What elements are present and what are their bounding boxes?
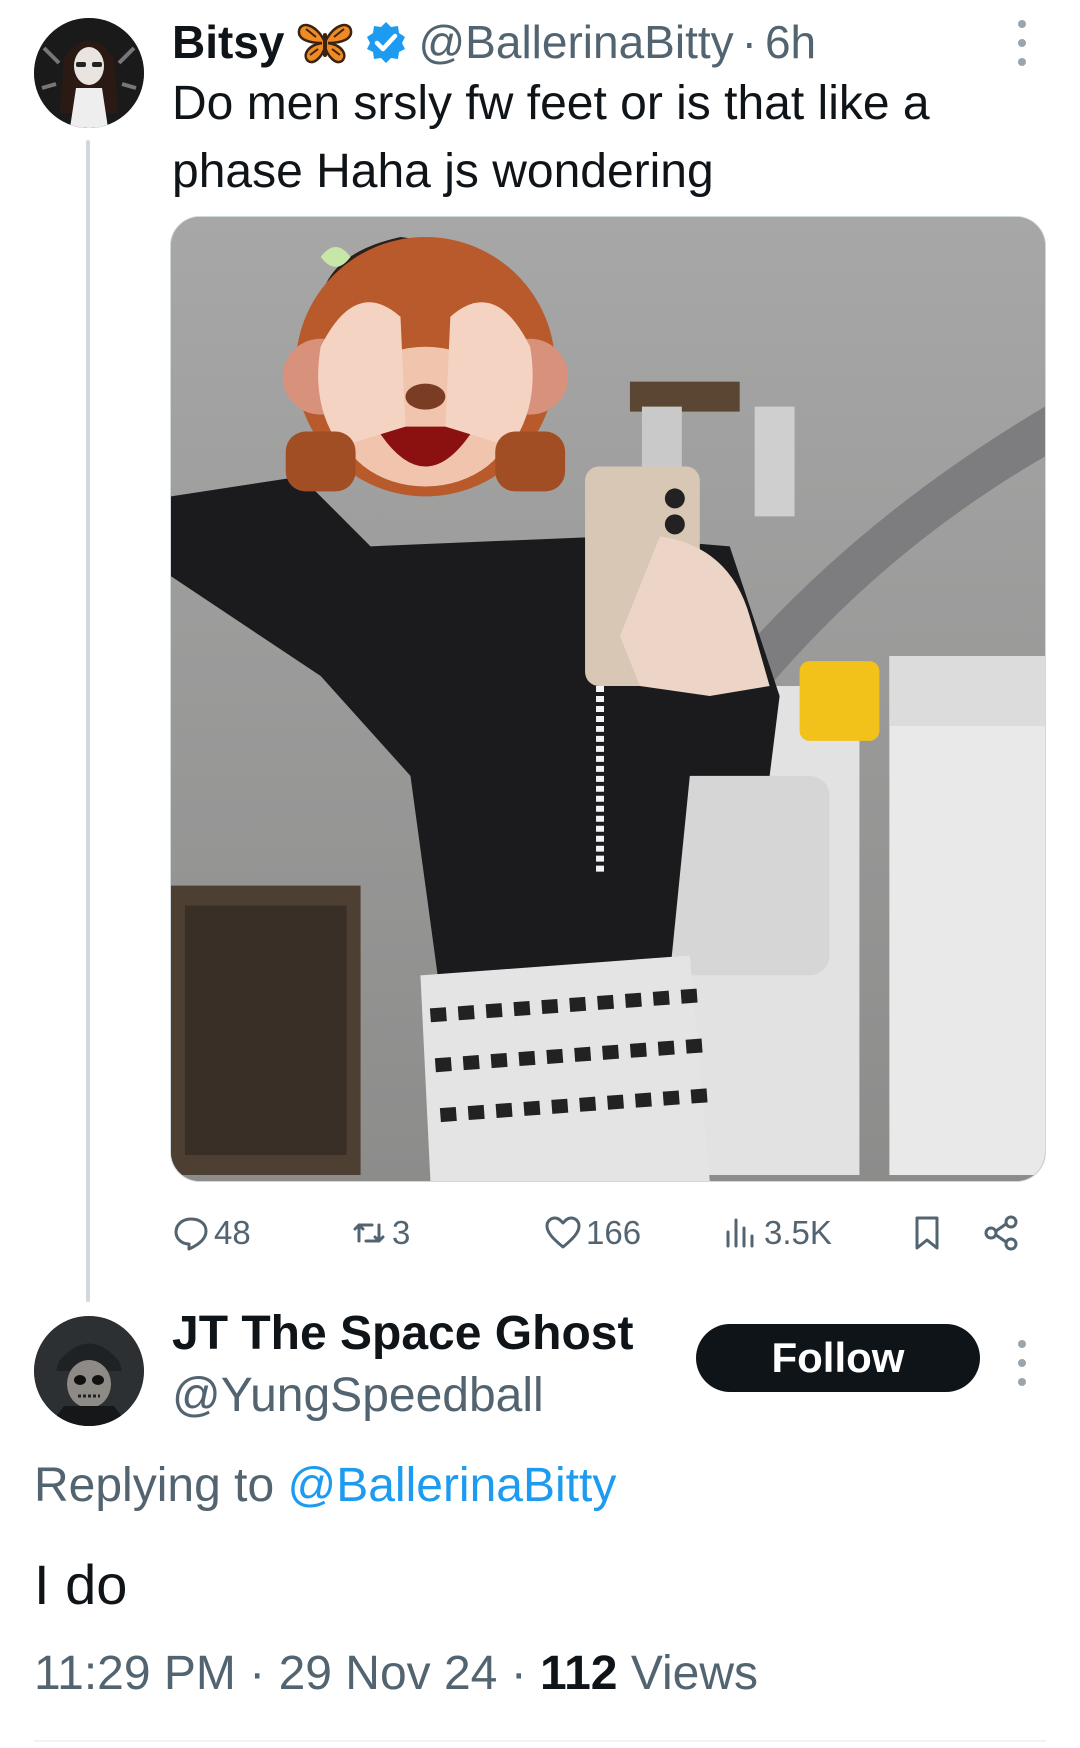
replying-to-mention[interactable]: @BallerinaBitty <box>287 1459 616 1512</box>
reply-button[interactable]: 48 <box>172 1208 251 1258</box>
thread-connector-line <box>86 140 90 1302</box>
replying-prefix: Replying to <box>34 1459 275 1512</box>
reply-count: 48 <box>214 1214 251 1251</box>
reply-display-name[interactable]: JT The Space Ghost <box>172 1306 633 1361</box>
analytics-icon <box>726 1218 754 1248</box>
reply-views-count[interactable]: 112 <box>540 1647 617 1700</box>
butterfly-icon <box>296 19 354 65</box>
separator-dot: · <box>741 16 757 68</box>
follow-button[interactable]: Follow <box>696 1324 980 1392</box>
reply-text: I do <box>34 1553 128 1616</box>
tweet-thread: Bitsy @BallerinaBitty · 6h Do men srsly … <box>0 0 1080 1748</box>
repost-button[interactable]: 3 <box>350 1208 410 1258</box>
user-handle[interactable]: @BallerinaBitty <box>418 15 733 69</box>
reply-date[interactable]: 29 Nov 24 <box>279 1647 498 1700</box>
like-count: 166 <box>586 1214 642 1251</box>
avatar-bitsy[interactable] <box>34 18 144 128</box>
separator-dot: · <box>249 1647 266 1700</box>
bookmark-button[interactable] <box>908 1208 950 1258</box>
repost-icon <box>353 1223 385 1243</box>
reply-icon <box>174 1217 208 1251</box>
tweet-header: Bitsy @BallerinaBitty · 6h <box>172 10 816 74</box>
replying-to-line: Replying to @BallerinaBitty <box>34 1458 616 1513</box>
view-count: 3.5K <box>764 1214 832 1251</box>
like-button[interactable]: 166 <box>544 1208 641 1258</box>
more-options-icon[interactable] <box>1014 20 1030 66</box>
reply-time[interactable]: 11:29 PM <box>34 1647 236 1700</box>
reply-meta: 11:29 PM · 29 Nov 24 · 112 Views <box>34 1646 758 1701</box>
views-button[interactable]: 3.5K <box>722 1208 832 1258</box>
repost-count: 3 <box>392 1214 411 1251</box>
reply-user-handle[interactable]: @YungSpeedball <box>172 1368 544 1423</box>
separator-dot: · <box>510 1647 527 1700</box>
bookmark-icon <box>915 1216 939 1250</box>
reply-more-options-icon[interactable] <box>1014 1340 1030 1386</box>
tweet-text: Do men srsly fw feet or is that like a p… <box>172 77 930 198</box>
heart-icon <box>545 1216 581 1249</box>
reply-views-label: Views <box>630 1647 758 1700</box>
tweet-time[interactable]: 6h <box>765 15 816 69</box>
divider <box>34 1740 1046 1742</box>
verified-badge-icon <box>364 20 408 64</box>
tweet-media-image[interactable] <box>170 216 1046 1182</box>
share-icon <box>984 1215 1018 1251</box>
display-name[interactable]: Bitsy <box>172 15 284 69</box>
avatar-jt[interactable] <box>34 1316 144 1426</box>
share-button[interactable] <box>982 1208 1024 1258</box>
